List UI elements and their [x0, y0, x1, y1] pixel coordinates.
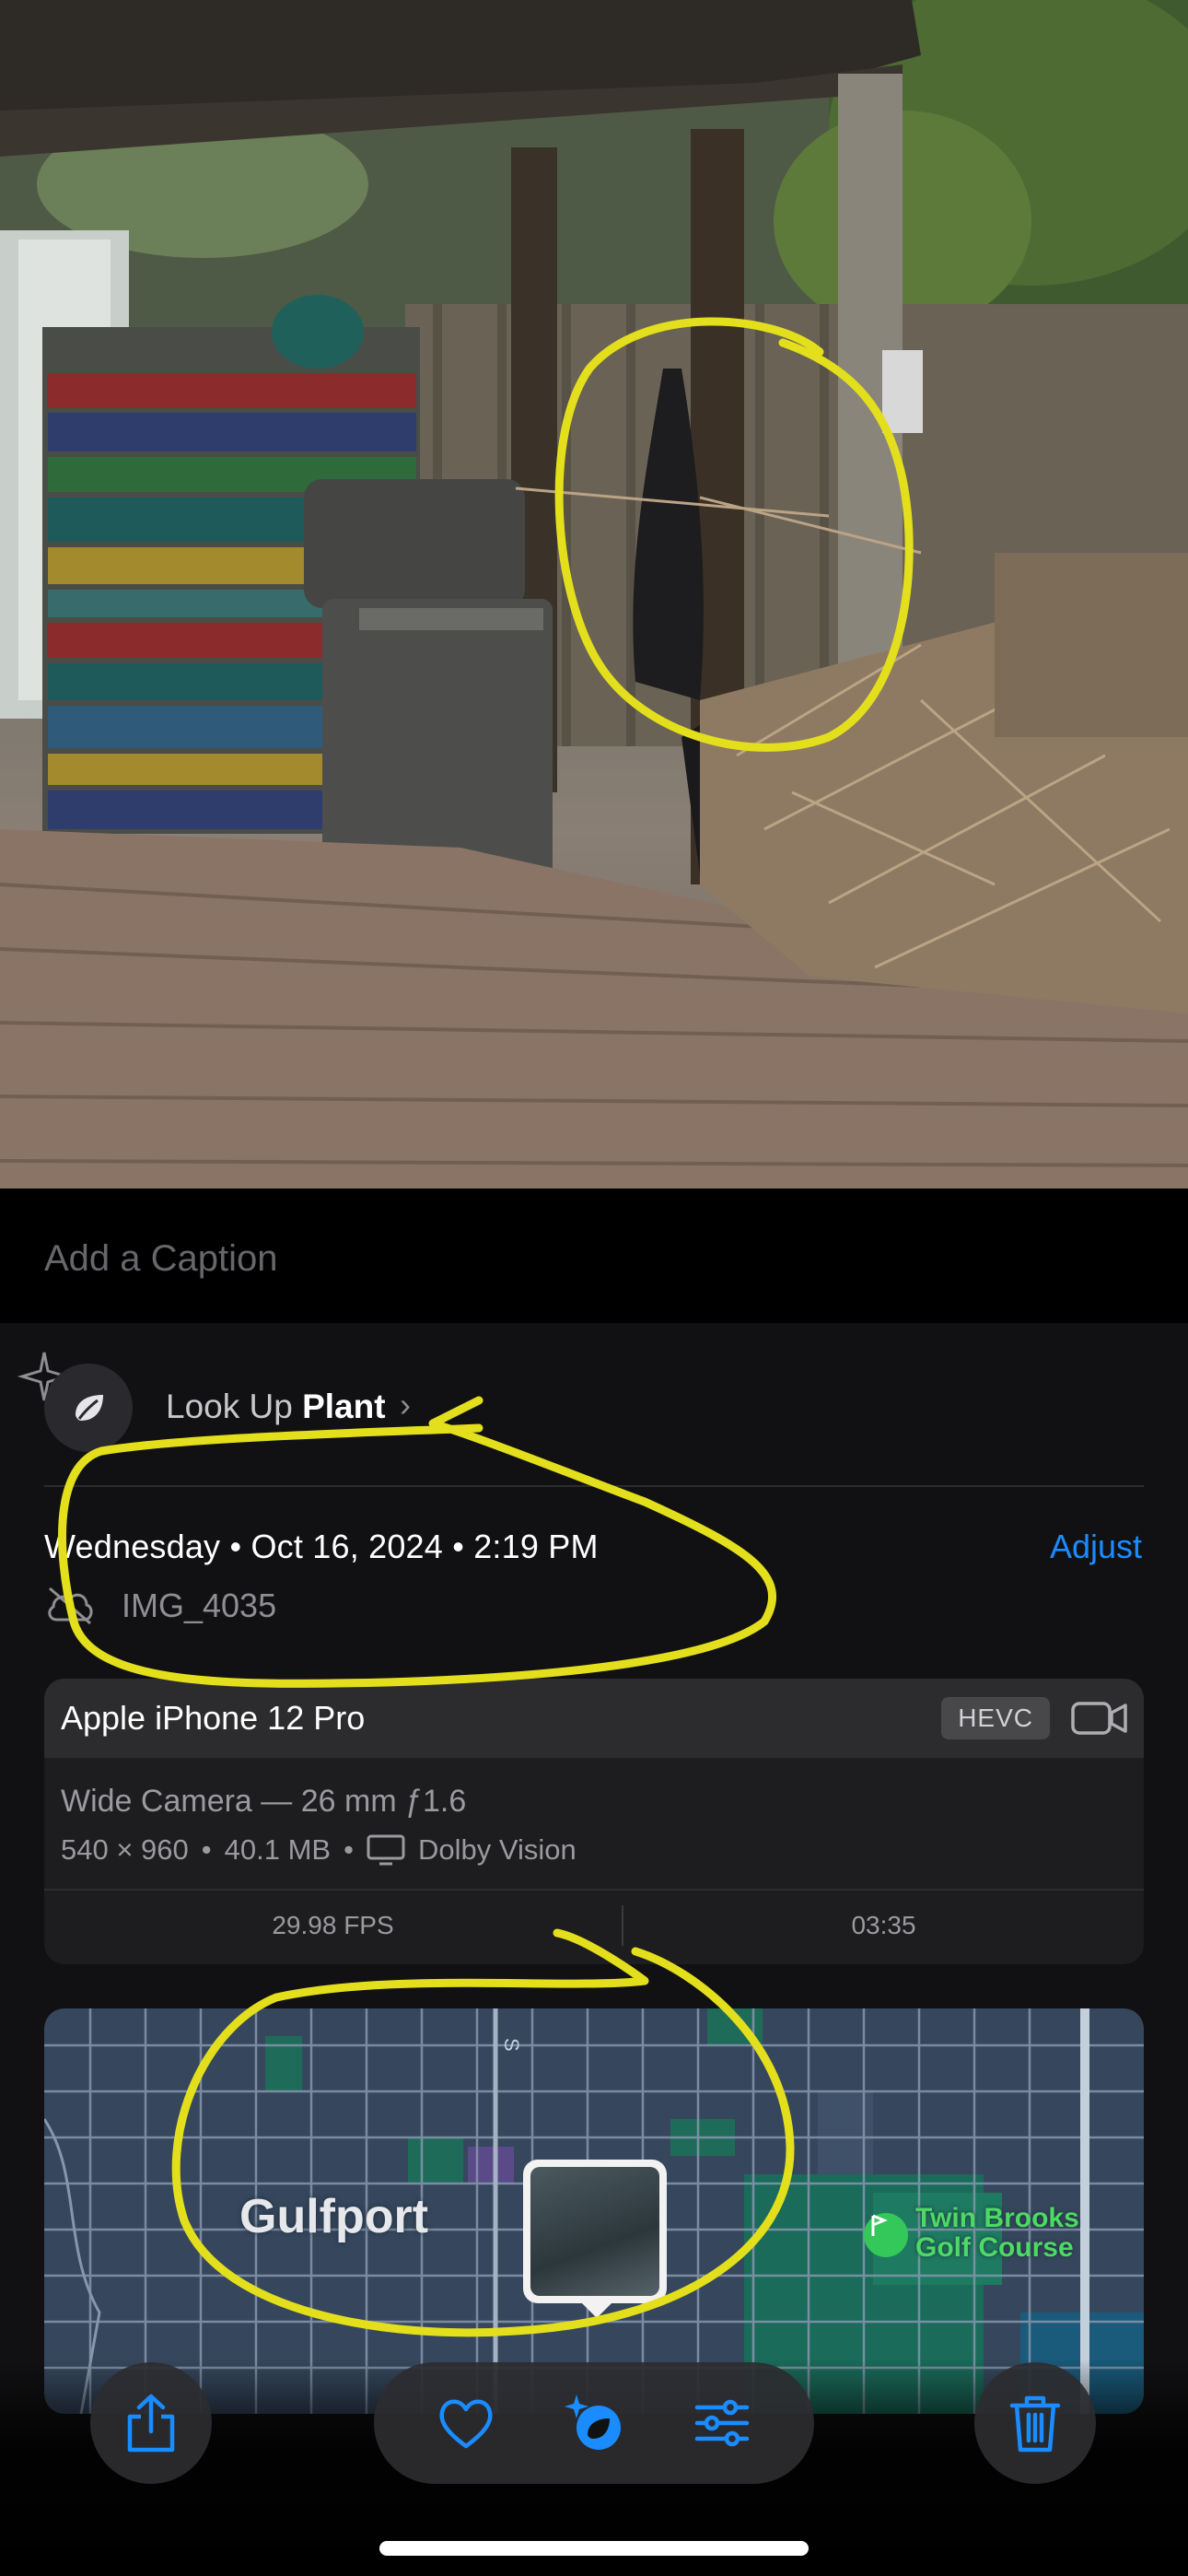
location-map[interactable]: S Gulfport Twin Brooks Golf Course	[44, 2008, 1144, 2414]
caption-input[interactable]	[44, 1233, 1140, 1284]
visual-lookup-row[interactable]: Look Up Plant ›	[0, 1323, 1188, 1485]
separator-dot: •	[344, 1833, 354, 1866]
home-indicator[interactable]	[379, 2541, 809, 2556]
device-name: Apple iPhone 12 Pro	[61, 1699, 366, 1737]
street-label: S	[500, 2038, 523, 2052]
lens-info: Wide Camera — 26 mm ƒ1.6	[61, 1784, 467, 1819]
poi-line-1: Twin Brooks	[915, 2203, 1079, 2233]
toolbar-actions-group	[374, 2362, 814, 2484]
video-camera-icon	[1071, 1702, 1127, 1735]
poi-line-2: Golf Course	[915, 2232, 1074, 2263]
file-size: 40.1 MB	[224, 1833, 332, 1866]
share-icon	[127, 2394, 175, 2453]
capture-date: Wednesday • Oct 16, 2024 • 2:19 PM	[44, 1528, 599, 1565]
caption-bar	[0, 1188, 1188, 1323]
golf-icon	[864, 2213, 908, 2257]
share-button[interactable]	[90, 2362, 212, 2484]
camera-info-card: Apple iPhone 12 Pro HEVC Wide Camera — 2…	[44, 1679, 1144, 1964]
duration: 03:35	[851, 1911, 916, 1939]
adjust-date-button[interactable]: Adjust	[1050, 1528, 1142, 1566]
delete-button[interactable]	[974, 2362, 1096, 2484]
separator-dot: •	[201, 1833, 212, 1866]
frame-rate: 29.98 FPS	[272, 1911, 394, 1939]
hdr-format: Dolby Vision	[417, 1833, 577, 1866]
favorite-button[interactable]	[434, 2391, 498, 2455]
sliders-icon	[695, 2399, 750, 2447]
backyard-photo	[0, 0, 1188, 1188]
divider	[44, 1889, 1144, 1891]
poi-label: Twin Brooks Golf Course	[915, 2204, 1079, 2263]
pin-pointer	[580, 2301, 613, 2318]
lookup-label: Look Up Plant	[166, 1388, 386, 1426]
map-place-label: Gulfport	[239, 2190, 429, 2243]
divider	[44, 1485, 1144, 1487]
codec-badge: HEVC	[941, 1697, 1050, 1739]
camera-card-header: Apple iPhone 12 Pro HEVC	[44, 1679, 1144, 1758]
photo-viewer[interactable]	[0, 0, 1188, 1188]
cloud-slash-icon	[48, 1587, 93, 1625]
heart-icon	[439, 2399, 493, 2449]
map-photo-pin[interactable]	[523, 2160, 667, 2303]
photo-thumbnail	[530, 2167, 659, 2296]
visual-lookup-button[interactable]	[562, 2391, 626, 2455]
leaf-icon	[44, 1364, 133, 1452]
file-name: IMG_4035	[122, 1587, 277, 1624]
edit-button[interactable]	[690, 2391, 754, 2455]
display-icon	[367, 1834, 405, 1866]
chevron-right-icon: ›	[400, 1386, 411, 1423]
lookup-subject: Plant	[302, 1388, 386, 1425]
trash-icon	[1009, 2395, 1061, 2453]
visual-lookup-icon	[564, 2395, 621, 2450]
lookup-prefix: Look Up	[166, 1388, 303, 1425]
specs-row: 540 × 960 • 40.1 MB • Dolby Vision	[61, 1833, 577, 1867]
resolution: 540 × 960	[61, 1833, 189, 1866]
